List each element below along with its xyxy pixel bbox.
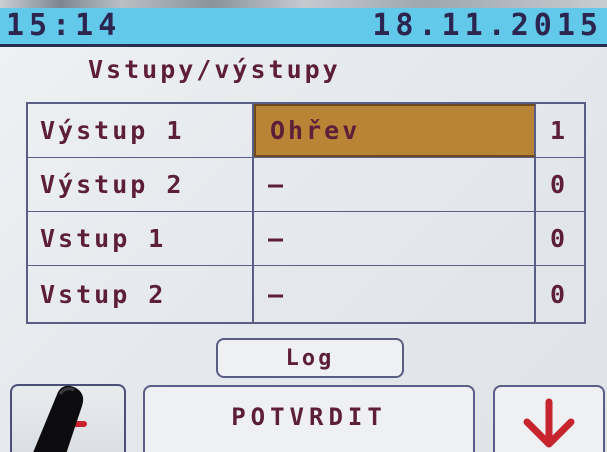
io-name: Výstup 1 [28, 104, 254, 157]
io-name: Vstup 1 [28, 212, 254, 265]
io-state: 0 [549, 170, 569, 199]
io-state: 0 [549, 279, 569, 309]
io-row-output-1[interactable]: Výstup 1 Ohřev 1 [28, 104, 584, 158]
io-name: Výstup 2 [28, 158, 254, 211]
back-button[interactable] [10, 384, 126, 452]
io-state: 1 [549, 116, 569, 145]
page-title: Vstupy/výstupy [88, 55, 341, 84]
confirm-button[interactable]: POTVRDIT [143, 385, 475, 452]
io-function[interactable]: – [254, 158, 536, 211]
log-button[interactable]: Log [216, 338, 404, 378]
io-row-input-2[interactable]: Vstup 2 – 0 [28, 266, 584, 322]
io-state: 0 [549, 224, 569, 253]
io-row-output-2[interactable]: Výstup 2 – 0 [28, 158, 584, 212]
clock-time: 15:14 [6, 8, 122, 43]
status-bar: 15:14 18.11.2015 [0, 8, 607, 47]
io-function[interactable]: – [254, 266, 536, 322]
io-table: Výstup 1 Ohřev 1 Výstup 2 – 0 Vstup 1 – … [26, 102, 586, 324]
back-arrow-icon [55, 411, 87, 437]
clock-date: 18.11.2015 [372, 8, 603, 43]
io-name: Vstup 2 [28, 266, 254, 322]
down-arrow-icon [523, 398, 575, 448]
io-function[interactable]: – [254, 212, 536, 265]
io-row-input-1[interactable]: Vstup 1 – 0 [28, 212, 584, 266]
io-function-selected[interactable]: Ohřev [254, 104, 536, 157]
device-screen: 15:14 18.11.2015 Vstupy/výstupy Výstup 1… [0, 0, 607, 452]
down-button[interactable] [493, 385, 605, 452]
